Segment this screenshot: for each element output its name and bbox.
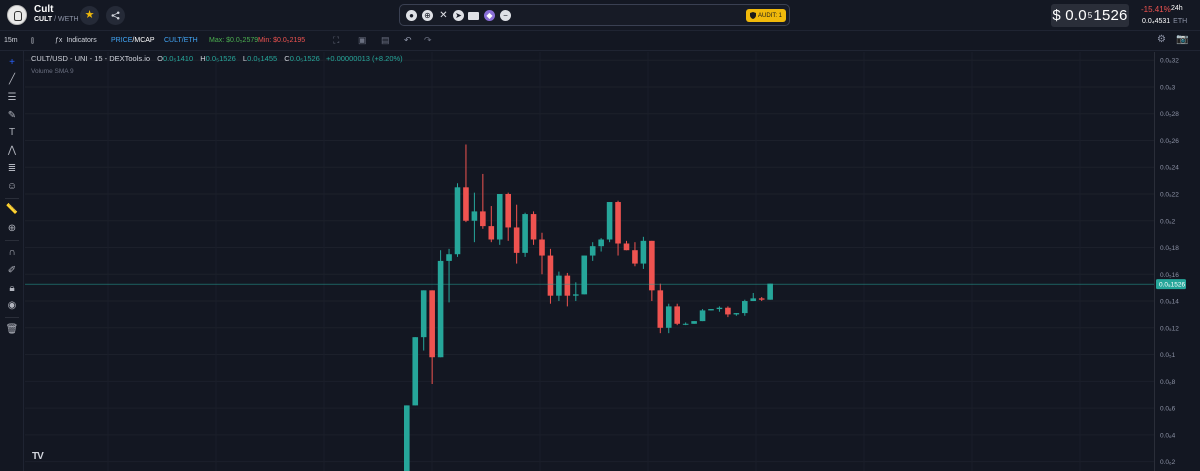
candle-body: [598, 239, 604, 247]
y-tick-label: 0.0₅14: [1160, 299, 1179, 306]
candle-body: [682, 323, 689, 325]
legend-change: +0.00000013 (+8.20%): [325, 54, 403, 63]
tradingview-logo[interactable]: TV: [32, 451, 50, 465]
y-tick-label: 0.0₆6: [1160, 406, 1176, 413]
candle-body: [606, 202, 613, 240]
candle-body: [471, 211, 478, 221]
y-tick-label: 0.0₅2: [1160, 218, 1176, 225]
candle-body: [573, 294, 579, 296]
y-tick-label: 0.0₅24: [1160, 165, 1179, 172]
candle-body: [454, 187, 461, 255]
candle-body: [708, 309, 714, 311]
candle-body: [505, 194, 511, 228]
candle-body: [556, 275, 562, 296]
volume-legend: Volume SMA 9: [31, 68, 74, 75]
y-tick-label: 0.0₅3: [1160, 84, 1176, 91]
y-tick-label: 0.0₅32: [1160, 58, 1179, 65]
candle-body: [496, 194, 503, 240]
candle-body: [547, 255, 554, 296]
candle-body: [420, 290, 427, 338]
candle-body: [665, 306, 672, 328]
candle-body: [480, 211, 486, 227]
candle-body: [750, 298, 757, 302]
candle-body: [767, 283, 773, 300]
legend-low-value: 0.0₅1455: [247, 54, 278, 63]
legend-close-value: 0.0₅1526: [289, 54, 320, 63]
candle-body: [758, 298, 765, 300]
candle-body: [539, 239, 545, 256]
candle-body: [412, 337, 419, 406]
candle-body: [615, 202, 621, 244]
candle-body: [513, 227, 520, 253]
price-chart[interactable]: 0.0₅32 0.0₅3 0.0₅28 0.0₅26 0.0₅24 0.0₅22 0.0₅2…: [0, 0, 1200, 471]
candle-body: [649, 240, 655, 291]
legend-symbol: CULT/USD - UNI - 15 - DEXTools.io: [31, 54, 151, 63]
candle-body: [463, 187, 469, 221]
y-tick-label: 0.0₆4: [1160, 432, 1176, 439]
candle-body: [530, 214, 537, 240]
candle-body: [657, 290, 664, 328]
last-price-label: 0.0₅1526: [1159, 282, 1185, 289]
candle-body: [564, 275, 571, 296]
candle-body: [640, 240, 647, 264]
candle-body: [623, 243, 630, 251]
candle-body: [446, 254, 452, 261]
candle-body: [589, 246, 596, 256]
candle-body: [742, 301, 748, 314]
candle-body: [632, 250, 638, 264]
candle-body: [699, 310, 706, 322]
candle-body: [404, 405, 410, 471]
y-tick-label: 0.0₆2: [1160, 459, 1176, 466]
y-tick-label: 0.0₅26: [1160, 138, 1179, 145]
ohlc-legend: CULT/USD - UNI - 15 - DEXTools.io O0.0₅1…: [31, 54, 403, 63]
candle-body: [691, 321, 697, 324]
candle-body: [733, 313, 740, 315]
candle-body: [581, 255, 588, 295]
legend-high-value: 0.0₅1526: [205, 54, 236, 63]
y-tick-label: 0.0₅28: [1160, 111, 1179, 118]
y-tick-label: 0.0₆8: [1160, 379, 1176, 386]
candle-body: [437, 260, 444, 358]
legend-open-value: 0.0₅1410: [163, 54, 194, 63]
y-tick-label: 0.0₅12: [1160, 325, 1179, 332]
y-tick-label: 0.0₅18: [1160, 245, 1179, 252]
candle-body: [725, 307, 731, 315]
candle-body: [488, 226, 495, 240]
candle-body: [522, 214, 528, 253]
candle-body: [429, 290, 435, 358]
y-tick-label: 0.0₅22: [1160, 192, 1179, 199]
candle-body: [674, 306, 680, 324]
chart-app: Cult CULT / WETH ★ ● ⊕ ✕ ➤ ◆ − AUDIT: 1 …: [0, 0, 1200, 471]
candle-body: [716, 307, 723, 310]
y-tick-label: 0.0₅1: [1160, 352, 1176, 359]
y-tick-label: 0.0₅16: [1160, 272, 1179, 279]
